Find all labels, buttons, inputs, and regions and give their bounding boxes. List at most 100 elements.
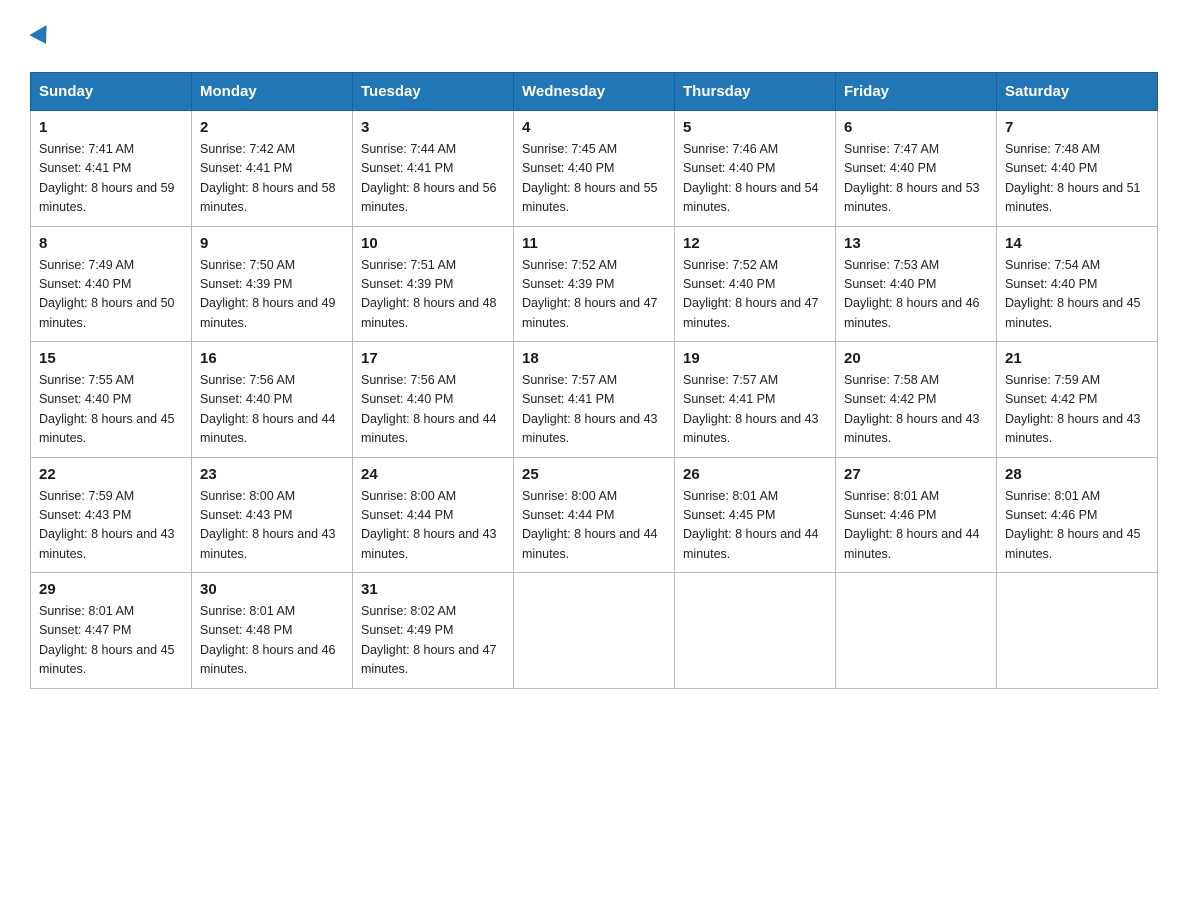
day-number: 8 bbox=[39, 235, 183, 252]
day-number: 12 bbox=[683, 235, 827, 252]
day-cell-4: 4 Sunrise: 7:45 AMSunset: 4:40 PMDaylight… bbox=[514, 111, 675, 227]
day-info: Sunrise: 7:59 AMSunset: 4:43 PMDaylight:… bbox=[39, 487, 183, 565]
day-number: 21 bbox=[1005, 350, 1149, 367]
day-number: 5 bbox=[683, 119, 827, 136]
day-cell-24: 24 Sunrise: 8:00 AMSunset: 4:44 PMDayligh… bbox=[353, 457, 514, 573]
day-cell-5: 5 Sunrise: 7:46 AMSunset: 4:40 PMDaylight… bbox=[675, 111, 836, 227]
day-cell-10: 10 Sunrise: 7:51 AMSunset: 4:39 PMDayligh… bbox=[353, 226, 514, 342]
day-cell-28: 28 Sunrise: 8:01 AMSunset: 4:46 PMDayligh… bbox=[997, 457, 1158, 573]
day-info: Sunrise: 7:55 AMSunset: 4:40 PMDaylight:… bbox=[39, 371, 183, 449]
day-number: 13 bbox=[844, 235, 988, 252]
day-info: Sunrise: 7:42 AMSunset: 4:41 PMDaylight:… bbox=[200, 140, 344, 218]
day-number: 9 bbox=[200, 235, 344, 252]
day-number: 16 bbox=[200, 350, 344, 367]
day-header-monday: Monday bbox=[192, 73, 353, 111]
day-info: Sunrise: 7:50 AMSunset: 4:39 PMDaylight:… bbox=[200, 256, 344, 334]
day-number: 19 bbox=[683, 350, 827, 367]
day-info: Sunrise: 7:45 AMSunset: 4:40 PMDaylight:… bbox=[522, 140, 666, 218]
day-number: 27 bbox=[844, 466, 988, 483]
day-cell-15: 15Sunrise: 7:55 AMSunset: 4:40 PMDayligh… bbox=[31, 342, 192, 458]
day-number: 20 bbox=[844, 350, 988, 367]
day-info: Sunrise: 7:56 AMSunset: 4:40 PMDaylight:… bbox=[200, 371, 344, 449]
day-cell-13: 13 Sunrise: 7:53 AMSunset: 4:40 PMDayligh… bbox=[836, 226, 997, 342]
day-info: Sunrise: 7:57 AMSunset: 4:41 PMDaylight:… bbox=[522, 371, 666, 449]
day-number: 6 bbox=[844, 119, 988, 136]
day-info: Sunrise: 7:49 AMSunset: 4:40 PMDaylight:… bbox=[39, 256, 183, 334]
page-header bbox=[30, 20, 1158, 52]
day-info: Sunrise: 7:52 AMSunset: 4:40 PMDaylight:… bbox=[683, 256, 827, 334]
day-info: Sunrise: 7:46 AMSunset: 4:40 PMDaylight:… bbox=[683, 140, 827, 218]
day-number: 30 bbox=[200, 581, 344, 598]
week-row-4: 22 Sunrise: 7:59 AMSunset: 4:43 PMDayligh… bbox=[31, 457, 1158, 573]
day-number: 7 bbox=[1005, 119, 1149, 136]
day-number: 11 bbox=[522, 235, 666, 252]
day-info: Sunrise: 7:53 AMSunset: 4:40 PMDaylight:… bbox=[844, 256, 988, 334]
day-cell-9: 9 Sunrise: 7:50 AMSunset: 4:39 PMDaylight… bbox=[192, 226, 353, 342]
day-info: Sunrise: 7:59 AMSunset: 4:42 PMDaylight:… bbox=[1005, 371, 1149, 449]
logo-triangle-icon bbox=[29, 25, 54, 49]
day-info: Sunrise: 7:51 AMSunset: 4:39 PMDaylight:… bbox=[361, 256, 505, 334]
day-info: Sunrise: 7:58 AMSunset: 4:42 PMDaylight:… bbox=[844, 371, 988, 449]
day-header-tuesday: Tuesday bbox=[353, 73, 514, 111]
day-cell-17: 17Sunrise: 7:56 AMSunset: 4:40 PMDayligh… bbox=[353, 342, 514, 458]
day-number: 28 bbox=[1005, 466, 1149, 483]
day-header-thursday: Thursday bbox=[675, 73, 836, 111]
day-cell-18: 18 Sunrise: 7:57 AMSunset: 4:41 PMDayligh… bbox=[514, 342, 675, 458]
day-cell-7: 7 Sunrise: 7:48 AMSunset: 4:40 PMDaylight… bbox=[997, 111, 1158, 227]
week-row-2: 8 Sunrise: 7:49 AMSunset: 4:40 PMDaylight… bbox=[31, 226, 1158, 342]
week-row-1: 1 Sunrise: 7:41 AMSunset: 4:41 PMDaylight… bbox=[31, 111, 1158, 227]
day-number: 29 bbox=[39, 581, 183, 598]
day-info: Sunrise: 7:44 AMSunset: 4:41 PMDaylight:… bbox=[361, 140, 505, 218]
day-cell-30: 30 Sunrise: 8:01 AMSunset: 4:48 PMDayligh… bbox=[192, 573, 353, 689]
day-cell-14: 14 Sunrise: 7:54 AMSunset: 4:40 PMDayligh… bbox=[997, 226, 1158, 342]
day-cell-20: 20 Sunrise: 7:58 AMSunset: 4:42 PMDayligh… bbox=[836, 342, 997, 458]
day-cell-19: 19 Sunrise: 7:57 AMSunset: 4:41 PMDayligh… bbox=[675, 342, 836, 458]
day-number: 24 bbox=[361, 466, 505, 483]
day-number: 4 bbox=[522, 119, 666, 136]
day-info: Sunrise: 8:01 AMSunset: 4:48 PMDaylight:… bbox=[200, 602, 344, 680]
day-number: 31 bbox=[361, 581, 505, 598]
day-number: 18 bbox=[522, 350, 666, 367]
day-info: Sunrise: 8:00 AMSunset: 4:44 PMDaylight:… bbox=[361, 487, 505, 565]
day-info: Sunrise: 7:54 AMSunset: 4:40 PMDaylight:… bbox=[1005, 256, 1149, 334]
calendar-table: SundayMondayTuesdayWednesdayThursdayFrid… bbox=[30, 72, 1158, 689]
week-row-5: 29 Sunrise: 8:01 AMSunset: 4:47 PMDayligh… bbox=[31, 573, 1158, 689]
day-info: Sunrise: 7:41 AMSunset: 4:41 PMDaylight:… bbox=[39, 140, 183, 218]
empty-cell bbox=[997, 573, 1158, 689]
day-info: Sunrise: 7:57 AMSunset: 4:41 PMDaylight:… bbox=[683, 371, 827, 449]
day-number: 22 bbox=[39, 466, 183, 483]
day-cell-6: 6Sunrise: 7:47 AMSunset: 4:40 PMDaylight… bbox=[836, 111, 997, 227]
day-header-wednesday: Wednesday bbox=[514, 73, 675, 111]
day-cell-8: 8 Sunrise: 7:49 AMSunset: 4:40 PMDaylight… bbox=[31, 226, 192, 342]
day-info: Sunrise: 8:01 AMSunset: 4:47 PMDaylight:… bbox=[39, 602, 183, 680]
day-cell-25: 25Sunrise: 8:00 AMSunset: 4:44 PMDayligh… bbox=[514, 457, 675, 573]
calendar-header-row: SundayMondayTuesdayWednesdayThursdayFrid… bbox=[31, 73, 1158, 111]
day-cell-2: 2Sunrise: 7:42 AMSunset: 4:41 PMDaylight… bbox=[192, 111, 353, 227]
day-cell-27: 27 Sunrise: 8:01 AMSunset: 4:46 PMDayligh… bbox=[836, 457, 997, 573]
day-cell-1: 1 Sunrise: 7:41 AMSunset: 4:41 PMDaylight… bbox=[31, 111, 192, 227]
empty-cell bbox=[514, 573, 675, 689]
day-number: 1 bbox=[39, 119, 183, 136]
day-header-saturday: Saturday bbox=[997, 73, 1158, 111]
day-cell-12: 12 Sunrise: 7:52 AMSunset: 4:40 PMDayligh… bbox=[675, 226, 836, 342]
day-info: Sunrise: 8:02 AMSunset: 4:49 PMDaylight:… bbox=[361, 602, 505, 680]
day-info: Sunrise: 8:00 AMSunset: 4:43 PMDaylight:… bbox=[200, 487, 344, 565]
day-number: 14 bbox=[1005, 235, 1149, 252]
day-cell-23: 23 Sunrise: 8:00 AMSunset: 4:43 PMDayligh… bbox=[192, 457, 353, 573]
week-row-3: 15Sunrise: 7:55 AMSunset: 4:40 PMDayligh… bbox=[31, 342, 1158, 458]
day-number: 17 bbox=[361, 350, 505, 367]
day-number: 10 bbox=[361, 235, 505, 252]
day-cell-31: 31 Sunrise: 8:02 AMSunset: 4:49 PMDayligh… bbox=[353, 573, 514, 689]
day-number: 26 bbox=[683, 466, 827, 483]
logo bbox=[30, 20, 52, 52]
day-info: Sunrise: 8:01 AMSunset: 4:46 PMDaylight:… bbox=[1005, 487, 1149, 565]
day-cell-26: 26Sunrise: 8:01 AMSunset: 4:45 PMDayligh… bbox=[675, 457, 836, 573]
day-info: Sunrise: 8:00 AMSunset: 4:44 PMDaylight:… bbox=[522, 487, 666, 565]
day-info: Sunrise: 8:01 AMSunset: 4:46 PMDaylight:… bbox=[844, 487, 988, 565]
day-info: Sunrise: 7:48 AMSunset: 4:40 PMDaylight:… bbox=[1005, 140, 1149, 218]
day-info: Sunrise: 7:52 AMSunset: 4:39 PMDaylight:… bbox=[522, 256, 666, 334]
day-number: 23 bbox=[200, 466, 344, 483]
day-cell-22: 22 Sunrise: 7:59 AMSunset: 4:43 PMDayligh… bbox=[31, 457, 192, 573]
day-cell-21: 21 Sunrise: 7:59 AMSunset: 4:42 PMDayligh… bbox=[997, 342, 1158, 458]
day-cell-29: 29 Sunrise: 8:01 AMSunset: 4:47 PMDayligh… bbox=[31, 573, 192, 689]
